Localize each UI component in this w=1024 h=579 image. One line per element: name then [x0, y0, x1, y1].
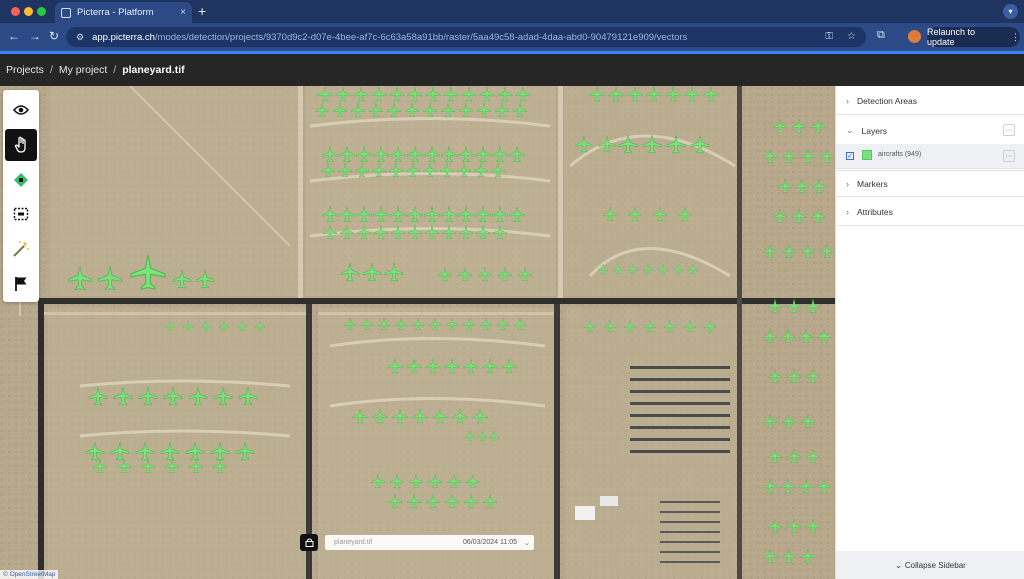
breadcrumb-project[interactable]: My project — [59, 64, 107, 76]
breadcrumb-file: planeyard.tif — [122, 64, 185, 76]
layer-color-swatch[interactable] — [862, 150, 872, 160]
reload-icon[interactable]: ↻ — [49, 29, 59, 43]
tool-palette — [3, 90, 39, 302]
chevron-right-icon: › — [846, 179, 849, 189]
address-bar[interactable]: ⚙ app.picterra.ch /modes/detection/proje… — [66, 27, 866, 47]
site-info-icon[interactable]: ⚙ — [76, 32, 84, 43]
breadcrumb: Projects / My project / planeyard.tif — [0, 54, 1024, 86]
map-attribution[interactable]: © OpenStreetMap — [0, 570, 59, 579]
new-tab-button[interactable]: + — [198, 3, 206, 19]
section-markers[interactable]: › Markers — [836, 168, 1024, 197]
chevron-down-icon: ⌄ — [524, 539, 530, 547]
browser-tabbar: Picterra - Platform × + ▾ — [0, 0, 1024, 23]
chevron-right-icon: › — [846, 96, 849, 106]
breadcrumb-projects[interactable]: Projects — [6, 64, 44, 76]
raster-name: planeyard.tif — [334, 539, 373, 546]
raster-lock-button[interactable] — [300, 534, 318, 551]
back-arrow-icon[interactable]: ← — [8, 29, 20, 43]
profile-avatar[interactable] — [908, 30, 921, 43]
collapse-label: Collapse Sidebar — [904, 560, 966, 570]
browser-toolbar: ← → ↻ ⚙ app.picterra.ch /modes/detection… — [0, 23, 1024, 51]
relaunch-button[interactable]: Relaunch to update ⋮ — [927, 27, 1020, 47]
bookmark-star-icon[interactable]: ☆ — [847, 31, 856, 42]
section-title: Attributes — [857, 207, 893, 217]
pan-tool[interactable] — [5, 129, 37, 161]
point-icon — [14, 173, 28, 187]
map-canvas[interactable] — [0, 86, 835, 579]
tab-search-button[interactable]: ▾ — [1003, 4, 1018, 19]
minimize-window-button[interactable] — [24, 7, 33, 16]
hand-icon — [14, 136, 26, 153]
layer-menu-button[interactable]: ··· — [1003, 150, 1015, 162]
magic-wand-tool[interactable] — [5, 233, 37, 265]
menu-dots-icon: ⋮ — [1011, 31, 1020, 42]
raster-selector-bar: planeyard.tif 06/03/2024 11:05 ⌄ — [300, 534, 534, 551]
url-domain: app.picterra.ch — [92, 31, 155, 43]
satellite-image — [0, 86, 835, 579]
raster-date: 06/03/2024 11:05 — [463, 539, 517, 546]
eye-icon — [13, 105, 29, 115]
section-title: Markers — [857, 179, 888, 189]
url-path: /modes/detection/projects/9370d9c2-d07e-… — [154, 31, 688, 43]
section-title: Layers — [861, 125, 888, 136]
visibility-tool[interactable] — [5, 94, 37, 126]
lock-icon — [305, 538, 313, 547]
section-title: Detection Areas — [857, 96, 918, 106]
close-window-button[interactable] — [11, 7, 20, 16]
chevron-right-icon: › — [846, 207, 849, 217]
layer-label: aircrafts (949) — [878, 151, 922, 158]
raster-select[interactable]: planeyard.tif 06/03/2024 11:05 ⌄ — [325, 535, 534, 550]
layers-menu-button[interactable]: ··· — [1003, 124, 1015, 136]
breadcrumb-separator: / — [49, 64, 53, 76]
section-attributes[interactable]: › Attributes — [836, 197, 1024, 226]
favicon-icon — [61, 7, 71, 18]
breadcrumb-separator: / — [113, 64, 117, 76]
tab-title: Picterra - Platform — [77, 7, 154, 18]
sidebar: › Detection Areas ⌄ Layers ··· ✓ aircraf… — [835, 86, 1024, 579]
tab-close-icon[interactable]: × — [180, 7, 186, 18]
extensions-icon[interactable]: ⧉ — [877, 29, 885, 42]
chevron-down-icon: ⌄ — [895, 560, 902, 570]
magic-wand-icon — [13, 241, 29, 257]
layer-visibility-checkbox[interactable]: ✓ — [846, 152, 854, 160]
app-window: Picterra - Platform × + ▾ ← → ↻ ⚙ app.pi… — [0, 0, 1024, 579]
flag-tool[interactable] — [5, 268, 37, 300]
flag-icon — [15, 277, 27, 291]
layer-item[interactable]: ✓ aircrafts (949) ··· — [836, 144, 1024, 168]
maximize-window-button[interactable] — [37, 7, 46, 16]
section-detection-areas[interactable]: › Detection Areas — [836, 86, 1024, 115]
relaunch-label: Relaunch to update — [927, 27, 976, 47]
collapse-sidebar-button[interactable]: ⌄ Collapse Sidebar — [836, 551, 1024, 579]
chevron-down-icon: ⌄ — [846, 125, 854, 135]
rectangle-icon — [13, 207, 29, 221]
forward-arrow-icon[interactable]: → — [29, 29, 41, 43]
rectangle-tool[interactable] — [5, 198, 37, 230]
key-icon[interactable]: ⚿ — [825, 31, 833, 42]
point-tool[interactable] — [5, 164, 37, 196]
browser-tab[interactable]: Picterra - Platform × — [55, 2, 192, 23]
